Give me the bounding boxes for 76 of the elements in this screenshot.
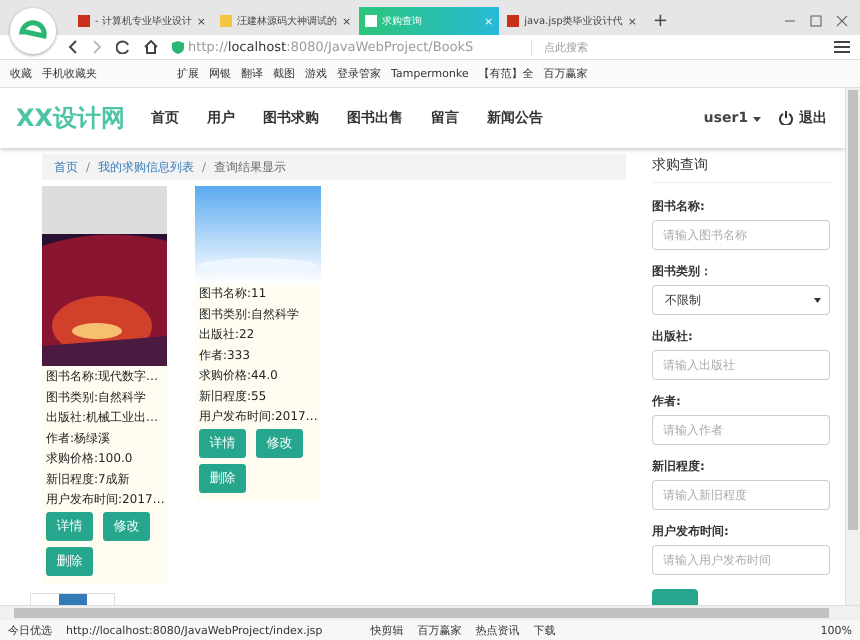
field-label: 图书名称: bbox=[652, 199, 706, 214]
status-url: http://localhost:8080/JavaWebProject/index.jsp bbox=[66, 624, 322, 636]
nav-link[interactable]: 首页 bbox=[151, 109, 180, 127]
browser-logo-icon[interactable] bbox=[10, 8, 56, 54]
book-info: 新旧程度:7成新 bbox=[45, 470, 131, 488]
book-info: 作者:333 bbox=[198, 346, 251, 364]
bookmark-item[interactable]: 百万赢家 bbox=[544, 66, 588, 81]
book-info: 图书类别:自然科学 bbox=[198, 306, 300, 322]
book-info: 图书名称:11 bbox=[198, 285, 268, 302]
nav-link[interactable]: 新闻公告 bbox=[487, 109, 544, 127]
bookmark-item[interactable]: 游戏 bbox=[305, 66, 327, 81]
new-tab-button[interactable]: + bbox=[644, 10, 676, 35]
bookmark-item[interactable]: 翻译 bbox=[241, 66, 263, 81]
nav-link[interactable]: 图书出售 bbox=[347, 109, 404, 127]
status-item[interactable]: 下载 bbox=[533, 622, 556, 638]
close-icon[interactable] bbox=[836, 15, 848, 27]
bookmark-item[interactable]: 收藏 bbox=[10, 66, 32, 81]
reload-icon[interactable] bbox=[116, 40, 130, 54]
dropdown-arrow-icon bbox=[814, 298, 821, 302]
close-tab-button[interactable]: × bbox=[196, 14, 206, 28]
nav-link[interactable]: 留言 bbox=[431, 109, 460, 127]
zoom-level[interactable]: 100% bbox=[820, 624, 852, 636]
close-tab-button[interactable]: × bbox=[628, 14, 637, 28]
panel-title: 求购查询 bbox=[652, 154, 832, 183]
scrollbar-thumb[interactable] bbox=[848, 90, 858, 530]
status-item[interactable]: 热点资讯 bbox=[475, 622, 520, 638]
menu-icon[interactable] bbox=[834, 40, 850, 54]
book-info: 用户发布时间:2017… bbox=[45, 491, 166, 508]
book-info: 求购价格:100.0 bbox=[45, 450, 134, 467]
status-item[interactable]: 百万赢家 bbox=[417, 622, 462, 638]
bookmark-item[interactable]: Tampermonke bbox=[391, 67, 469, 80]
bookmark-item[interactable]: 扩展 bbox=[177, 66, 199, 81]
category-select[interactable]: 不限制 bbox=[652, 285, 830, 315]
breadcrumb-separator: / bbox=[202, 160, 206, 174]
input-field[interactable]: 请输入图书名称 bbox=[652, 220, 830, 250]
bookmark-item[interactable]: 手机收藏夹 bbox=[42, 66, 97, 81]
breadcrumb-link[interactable]: 首页 bbox=[54, 158, 78, 176]
nav-link[interactable]: 用户 bbox=[207, 109, 236, 127]
book-info: 图书类别:自然科学 bbox=[45, 388, 148, 406]
status-item[interactable]: 快剪辑 bbox=[370, 622, 404, 638]
book-info: 求购价格:44.0 bbox=[198, 367, 279, 384]
field-label: 作者: bbox=[652, 394, 682, 409]
bookmark-item[interactable]: 网银 bbox=[209, 66, 231, 81]
book-info: 图书名称:现代数字… bbox=[45, 368, 160, 385]
input-field[interactable]: 请输入出版社 bbox=[652, 350, 830, 380]
shield-icon bbox=[172, 40, 184, 54]
field-label: 出版社: bbox=[652, 329, 694, 344]
address-field[interactable]: http://localhost:8080/JavaWebProject/BookS bbox=[188, 40, 474, 54]
book-info: 新旧程度:55 bbox=[198, 388, 268, 404]
book-info: 作者:杨绿溪 bbox=[45, 430, 112, 446]
input-field[interactable]: 请输入新旧程度 bbox=[652, 480, 830, 510]
power-icon bbox=[779, 111, 793, 125]
user-menu[interactable]: user1 bbox=[704, 110, 761, 126]
nav-link[interactable]: 图书求购 bbox=[263, 109, 320, 127]
breadcrumb-link[interactable]: 我的求购信息列表 bbox=[98, 158, 194, 176]
breadcrumb-separator: / bbox=[86, 160, 90, 174]
book-info: 出版社:机械工业出… bbox=[45, 409, 160, 426]
field-label: 图书类别： bbox=[652, 264, 713, 279]
bookmark-item[interactable]: 【有范】全 bbox=[478, 66, 534, 81]
bookmark-item[interactable]: 登录管家 bbox=[337, 66, 381, 81]
status-item[interactable]: 今日优选 bbox=[8, 622, 52, 638]
book-info: 用户发布时间:2017… bbox=[198, 408, 319, 425]
current-page-text: 查询结果显示 bbox=[214, 158, 286, 176]
scrollbar-thumb[interactable] bbox=[14, 608, 829, 618]
input-field[interactable]: 请输入用户发布时间 bbox=[652, 545, 830, 575]
field-label: 用户发布时间: bbox=[652, 524, 730, 539]
maximize-icon[interactable] bbox=[810, 15, 822, 27]
home-icon[interactable] bbox=[144, 40, 158, 54]
close-tab-button[interactable]: × bbox=[342, 14, 352, 28]
logout-link[interactable]: 退出 bbox=[779, 109, 827, 127]
book-info: 出版社:22 bbox=[198, 326, 256, 343]
back-icon[interactable] bbox=[68, 40, 78, 54]
field-label: 新旧程度: bbox=[652, 459, 706, 474]
bookmark-item[interactable]: 截图 bbox=[273, 66, 295, 81]
input-field[interactable]: 请输入作者 bbox=[652, 415, 830, 445]
caret-icon bbox=[753, 117, 761, 122]
